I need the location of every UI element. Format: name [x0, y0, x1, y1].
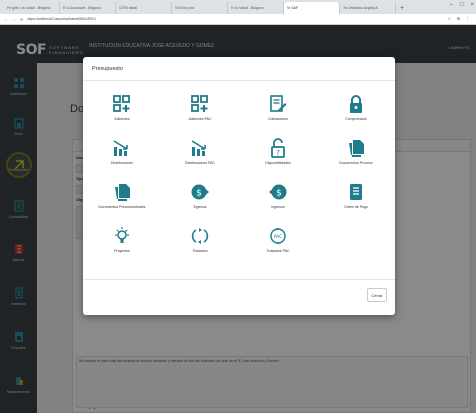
minimize-button[interactable]: – — [450, 2, 453, 8]
document-edit-icon — [270, 95, 287, 112]
browser-tab-bar: Fe grifo / vu vidah - Bisgono E lo Accur… — [0, 0, 476, 14]
menu-item-orden-de-pago[interactable]: Orden de Pago — [317, 182, 395, 222]
files-icon — [349, 140, 364, 157]
menu-item-documentos-precontractuales[interactable]: Documentos Precontractuales — [83, 182, 161, 222]
menu-item-label: Distribuciones PAC — [185, 161, 215, 165]
menu-item-adiciones-pac[interactable]: Adiciones PAC — [161, 94, 239, 134]
menu-item-egresos[interactable]: $ Egresos — [161, 182, 239, 222]
new-tab-button[interactable]: + — [396, 2, 408, 14]
url-field[interactable]: https://sofebool/Cosucehai/vahal/SBU/ZED… — [27, 17, 443, 21]
menu-item-traslados-pac[interactable]: PAC Traslados PAC — [239, 226, 317, 266]
browser-tab[interactable]: K Vu vahal - Bisgono — [228, 2, 284, 14]
menu-item-distribuciones[interactable]: Distribuciones — [83, 138, 161, 178]
browser-tab[interactable]: Fe grifo / vu vidah - Bisgono — [4, 2, 60, 14]
menu-item-disponibilidades[interactable]: ? Disponibilidades — [239, 138, 317, 178]
menu-item-label: Disponibilidades — [265, 161, 291, 165]
menu-item-label: Orden de Pago — [344, 205, 368, 209]
menu-item-proyectos[interactable]: Proyectos — [83, 226, 161, 266]
menu-item-label: Adiciones PAC — [188, 117, 212, 121]
grid-plus-icon — [113, 95, 130, 112]
back-icon[interactable]: ← — [4, 17, 8, 22]
menu-item-label: Documentos Precontractuales — [98, 205, 146, 209]
menu-item-label: Traslados PAC — [266, 249, 290, 253]
dollar-arrow-icon: $ — [191, 184, 209, 200]
forward-icon[interactable]: → — [12, 17, 16, 22]
modal-title: Presupuesto — [83, 57, 395, 81]
svg-text:PAC: PAC — [274, 234, 283, 240]
unlock-icon: ? — [271, 138, 285, 158]
menu-item-cotizaciones[interactable]: Cotizaciones — [239, 94, 317, 134]
lightbulb-icon — [115, 227, 129, 243]
modal-footer: Cerrar — [83, 279, 395, 315]
menu-item-label: Cotizaciones — [267, 117, 289, 121]
chart-down-icon — [113, 140, 128, 156]
maximize-button[interactable]: □ — [460, 2, 464, 8]
menu-item-label: Distribuciones — [111, 161, 133, 165]
reload-icon[interactable]: ⟳ — [20, 17, 23, 22]
svg-text:?: ? — [276, 149, 280, 157]
dollar-arrow-icon: $ — [269, 184, 287, 200]
menu-item-label: Egresos — [193, 205, 207, 209]
chart-down-icon — [191, 140, 206, 156]
files-icon — [115, 184, 130, 201]
browser-tab[interactable]: Vd Eos yvtd — [172, 2, 228, 14]
list-doc-icon — [350, 184, 362, 200]
close-window-button[interactable]: × — [470, 2, 474, 8]
window-controls: – □ × — [450, 2, 474, 8]
svg-text:$: $ — [196, 189, 202, 199]
browser-tab[interactable]: E lo Accuracel - Bisgono — [60, 2, 116, 14]
menu-item-adiciones[interactable]: Adiciones — [83, 94, 161, 134]
svg-text:$: $ — [276, 189, 282, 199]
browser-tab[interactable]: OITM vahal — [116, 2, 172, 14]
menu-item-traslados[interactable]: Traslados — [161, 226, 239, 266]
menu-item-ingresos[interactable]: $ Ingresos — [239, 182, 317, 222]
transfer-icon: PAC — [270, 227, 286, 245]
menu-item-label: Adiciones — [114, 117, 130, 121]
menu-item-label: Compromisos — [345, 117, 367, 121]
menu-item-label: Documentos Proceso — [339, 161, 373, 165]
address-bar: ← → ⟳ https://sofebool/Cosucehai/vahal/S… — [0, 14, 476, 25]
menu-item-documentos-proceso[interactable]: Documentos Proceso — [317, 138, 395, 178]
menu-item-distribuciones-pac[interactable]: Distribuciones PAC — [161, 138, 239, 178]
menu-item-label: Ingresos — [271, 205, 285, 209]
lock-icon — [350, 95, 362, 113]
close-button[interactable]: Cerrar — [367, 288, 387, 302]
presupuesto-modal: Presupuesto Adiciones Adiciones PAC Coti… — [83, 57, 395, 315]
browser-tab[interactable]: Tis Vantadoo Anglita A — [340, 2, 396, 14]
browser-toolbar-icons[interactable]: ☆ ⊕ ⋮ — [447, 16, 472, 22]
transfer-icon — [191, 228, 209, 244]
grid-plus-icon — [191, 95, 208, 112]
menu-item-label: Proyectos — [114, 249, 130, 253]
menu-item-compromisos[interactable]: Compromisos — [317, 94, 395, 134]
browser-tab-active[interactable]: Vr SAF — [284, 2, 340, 14]
menu-item-label: Traslados — [192, 249, 208, 253]
